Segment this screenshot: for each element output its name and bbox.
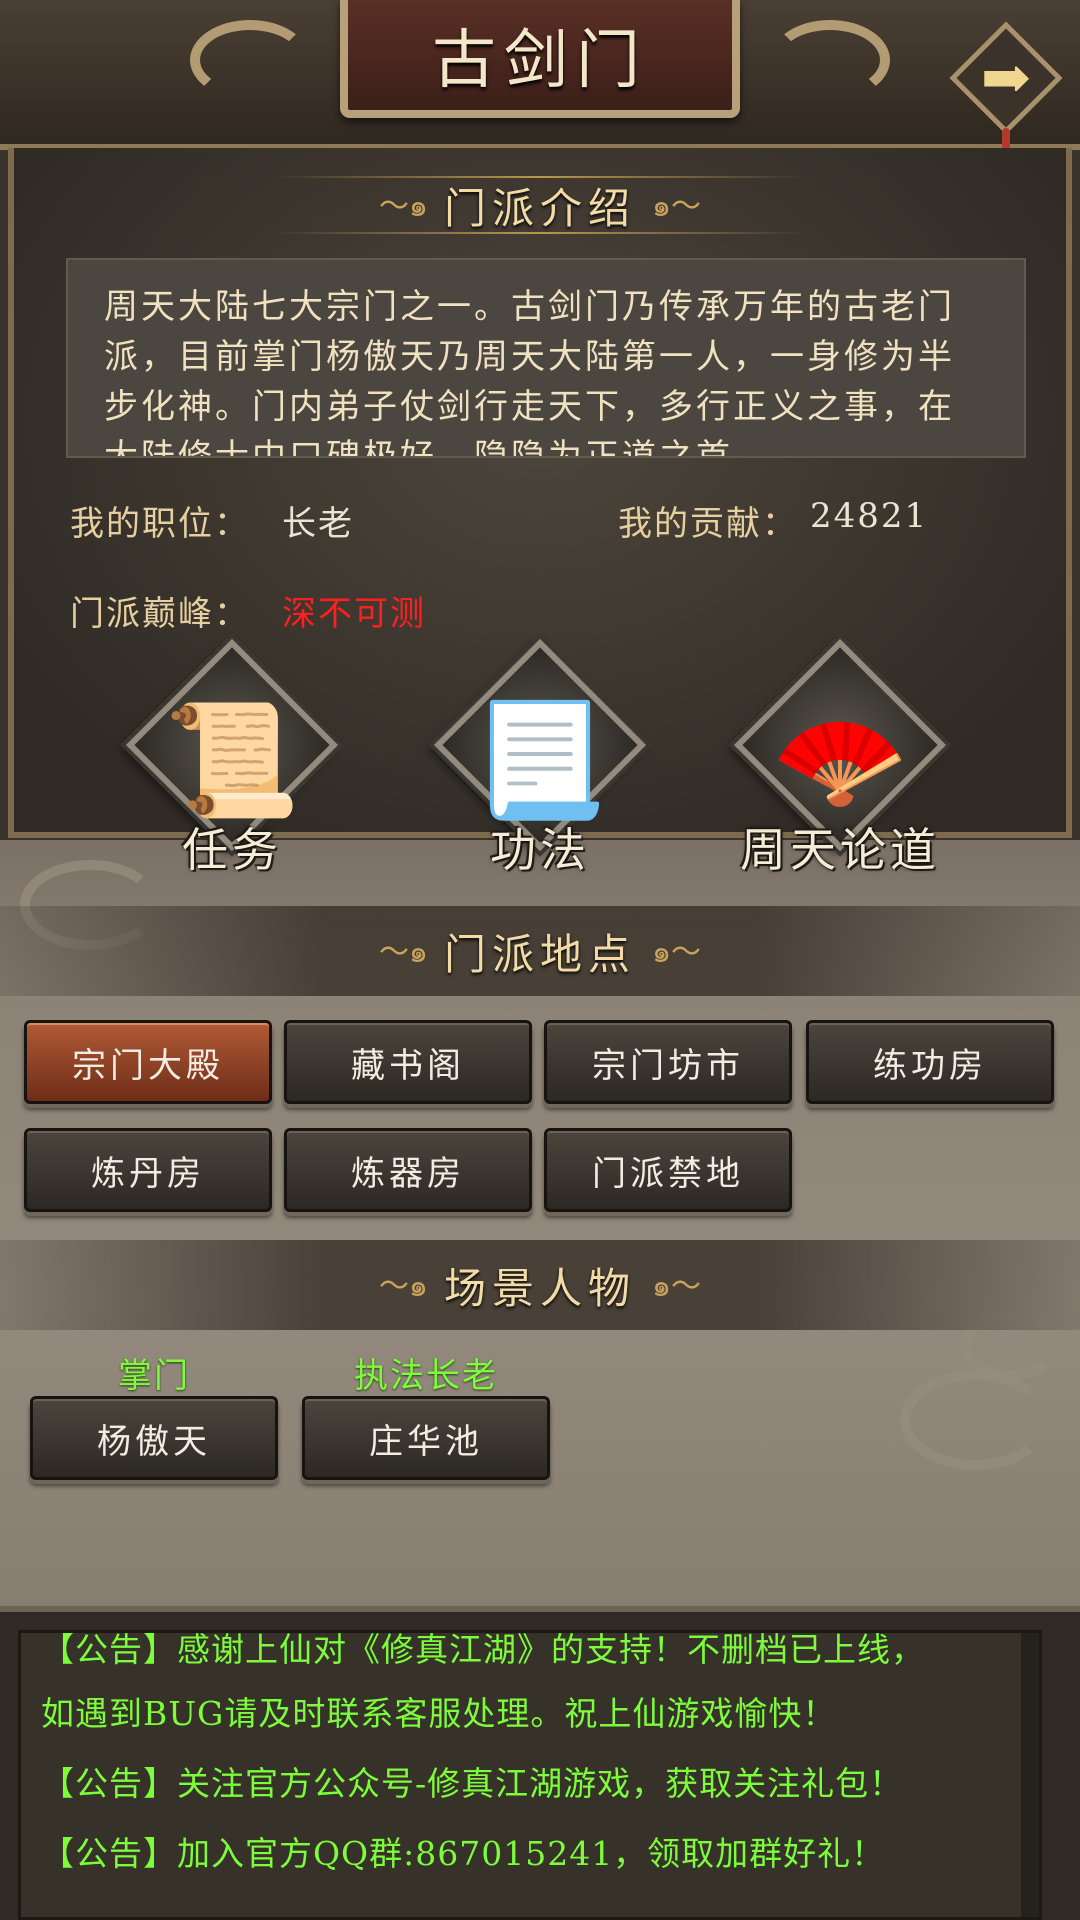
open-scroll-icon: 📃 [471, 696, 609, 824]
announcement-line: 【公告】加入官方QQ群:867015241，领取加群好礼！ [41, 1834, 886, 1873]
intro-section-title: 门派介绍 [443, 183, 636, 233]
intro-line: 派，目前掌门杨傲天乃周天大陆第一人，一身修为半 [104, 337, 955, 377]
technique-button[interactable]: 📃 功法 [420, 638, 660, 890]
location-button-alchemy-room[interactable]: 炼丹房 [24, 1128, 272, 1212]
locations-section-header: ～๑ 门派地点 ๑～ [0, 906, 1080, 996]
scroll-ornament-icon: ～๑ [378, 188, 428, 224]
scroll-ornament-icon: ～๑ [378, 1268, 428, 1304]
announcement-line: 如遇到BUG请及时联系客服处理。祝上仙游戏愉快！ [41, 1694, 837, 1733]
scroll-ornament-icon: ๑～ [652, 934, 702, 970]
location-button-main-hall[interactable]: 宗门大殿 [24, 1020, 272, 1104]
technique-button-label: 功法 [490, 823, 590, 877]
characters-section-header: ～๑ 场景人物 ๑～ [0, 1240, 1080, 1330]
top-frame: 古剑门 ➡ [0, 0, 1080, 158]
scroll-ornament-icon: ๑～ [652, 1268, 702, 1304]
announcement-line: 【公告】关注官方公众号-修真江湖游戏，获取关注礼包！ [41, 1764, 904, 1803]
location-button-forge-room[interactable]: 炼器房 [284, 1128, 532, 1212]
intro-text-box[interactable]: 周天大陆七大宗门之一。古剑门乃传承万年的古老门 派，目前掌门杨傲天乃周天大陆第一… [66, 258, 1026, 458]
characters-section-title: 场景人物 [443, 1263, 636, 1313]
task-button-label: 任务 [182, 823, 282, 877]
location-button-market[interactable]: 宗门坊市 [544, 1020, 792, 1104]
locations-section-title: 门派地点 [443, 929, 636, 979]
contribution-label: 我的贡献： [618, 504, 798, 544]
debate-button-label: 周天论道 [740, 823, 940, 877]
page-title: 古剑门 [432, 24, 648, 98]
back-button[interactable]: ➡ [946, 18, 1066, 158]
announcement-scrollbar[interactable] [1021, 1633, 1039, 1917]
position-value: 长老 [282, 504, 354, 544]
announcement-list[interactable]: 【公告】感谢上仙对《修真江湖》的支持！不删档已上线， 如遇到BUG请及时联系客服… [18, 1630, 1042, 1920]
position-label: 我的职位： [70, 504, 250, 544]
cloud-ornament-right [770, 20, 890, 100]
intro-line: 周天大陆七大宗门之一。古剑门乃传承万年的古老门 [104, 287, 955, 327]
announcement-frame: 【公告】感谢上仙对《修真江湖》的支持！不删档已上线， 如遇到BUG请及时联系客服… [0, 1606, 1080, 1920]
location-button-forbidden-land[interactable]: 门派禁地 [544, 1128, 792, 1212]
cloud-ornament-left [190, 20, 310, 100]
character-button-zhuang-huachi[interactable]: 庄华池 [302, 1396, 550, 1480]
task-button[interactable]: 📜 任务 [112, 638, 352, 890]
character-role-label: 掌门 [118, 1356, 190, 1396]
intro-line: 步化神。门内弟子仗剑行走天下，多行正义之事，在 [104, 387, 955, 427]
lower-area: ～๑ 门派地点 ๑～ 宗门大殿 藏书阁 宗门坊市 练功房 炼丹房 炼器房 门派禁… [0, 840, 1080, 1610]
scroll-icon: 📜 [163, 696, 301, 824]
announcement-line: 【公告】感谢上仙对《修真江湖》的支持！不删档已上线， [41, 1630, 925, 1669]
location-button-training-room[interactable]: 练功房 [806, 1020, 1054, 1104]
peak-value: 深不可测 [282, 594, 426, 634]
intro-line: 大陆修士中口碑极好，隐隐为正道之首。 [104, 437, 770, 458]
cloud-ornament [900, 1370, 1050, 1470]
scroll-ornament-icon: ～๑ [378, 934, 428, 970]
contribution-value: 24821 [810, 496, 929, 536]
character-button-yang-aotian[interactable]: 杨傲天 [30, 1396, 278, 1480]
scroll-ornament-icon: ๑～ [652, 188, 702, 224]
location-button-library[interactable]: 藏书阁 [284, 1020, 532, 1104]
character-role-label: 执法长老 [354, 1356, 498, 1396]
intro-section-header: ～๑ 门派介绍 ๑～ [14, 170, 1066, 240]
peak-label: 门派巅峰： [70, 594, 250, 634]
debate-button[interactable]: 🪭 周天论道 [720, 638, 960, 890]
title-plate: 古剑门 [340, 0, 740, 118]
fan-icon: 🪭 [771, 696, 909, 824]
arrow-right-icon: ➡ [980, 43, 1032, 113]
